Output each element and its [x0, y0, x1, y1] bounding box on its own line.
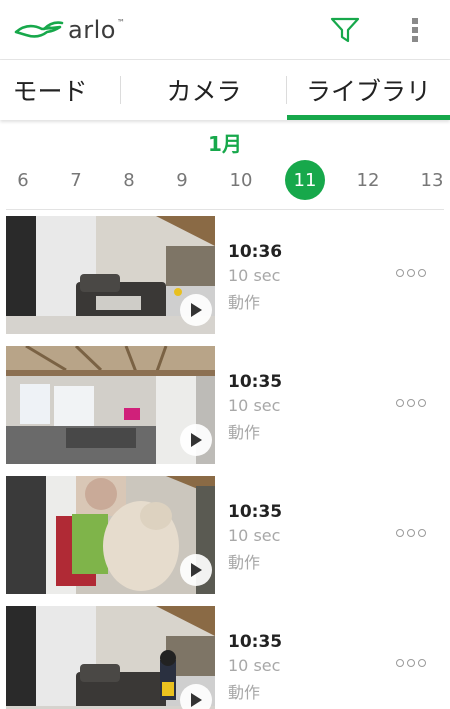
recording-item[interactable]: 10:35 10 sec 動作	[0, 476, 450, 594]
active-tab-indicator	[287, 115, 450, 120]
recording-time: 10:35	[228, 502, 283, 522]
recording-thumbnail[interactable]	[6, 216, 215, 334]
play-button[interactable]	[180, 424, 212, 456]
tab-mode[interactable]: モード	[0, 60, 120, 120]
more-dot-icon	[407, 659, 415, 667]
divider	[6, 209, 444, 210]
more-dot-icon	[396, 399, 404, 407]
recording-item[interactable]: 10:35 10 sec 動作	[0, 606, 450, 709]
tab-divider	[120, 76, 121, 104]
more-dot-icon	[407, 529, 415, 537]
date-item[interactable]: 8	[109, 160, 149, 200]
logo-trademark: ™	[116, 17, 125, 27]
tab-camera[interactable]: カメラ	[122, 60, 286, 120]
date-strip: 6 7 8 9 10 11 12 13	[0, 160, 450, 206]
tab-library[interactable]: ライブラリ	[287, 60, 450, 120]
recording-duration: 10 sec	[228, 396, 281, 415]
date-item-selected[interactable]: 11	[285, 160, 325, 200]
recording-duration: 10 sec	[228, 266, 281, 285]
more-vertical-icon	[412, 18, 418, 42]
date-item[interactable]: 13	[412, 160, 450, 200]
arlo-logo: arlo ™	[14, 14, 125, 46]
recording-type: 動作	[228, 553, 261, 572]
recording-type: 動作	[228, 683, 261, 702]
recording-time: 10:35	[228, 372, 283, 392]
recording-more-button[interactable]	[390, 261, 432, 285]
more-dot-icon	[407, 269, 415, 277]
recording-more-button[interactable]	[390, 521, 432, 545]
more-dot-icon	[418, 659, 426, 667]
recording-duration: 10 sec	[228, 656, 281, 675]
main-tabs: モード カメラ ライブラリ	[0, 60, 450, 120]
play-icon	[191, 563, 202, 577]
month-label: 1月	[208, 132, 242, 156]
date-item[interactable]: 7	[56, 160, 96, 200]
recording-more-button[interactable]	[390, 391, 432, 415]
more-dot-icon	[407, 399, 415, 407]
recording-time: 10:36	[228, 242, 283, 262]
date-item[interactable]: 6	[3, 160, 43, 200]
play-icon	[191, 693, 202, 707]
more-dot-icon	[418, 529, 426, 537]
play-button[interactable]	[180, 554, 212, 586]
play-icon	[191, 433, 202, 447]
recording-duration: 10 sec	[228, 526, 281, 545]
arlo-bird-icon	[14, 21, 64, 38]
recording-type: 動作	[228, 293, 261, 312]
play-icon	[191, 303, 202, 317]
recording-thumbnail[interactable]	[6, 476, 215, 594]
date-item[interactable]: 10	[221, 160, 261, 200]
more-dot-icon	[396, 659, 404, 667]
logo-text: arlo	[68, 16, 116, 44]
recording-item[interactable]: 10:35 10 sec 動作	[0, 346, 450, 464]
date-item[interactable]: 12	[348, 160, 388, 200]
more-menu-button[interactable]	[402, 13, 428, 47]
recording-thumbnail[interactable]	[6, 346, 215, 464]
recording-thumbnail[interactable]	[6, 606, 215, 709]
recording-time: 10:35	[228, 632, 283, 652]
recording-item[interactable]: 10:36 10 sec 動作	[0, 216, 450, 334]
recording-more-button[interactable]	[390, 651, 432, 675]
recording-type: 動作	[228, 423, 261, 442]
filter-icon	[330, 17, 360, 43]
more-dot-icon	[418, 399, 426, 407]
more-dot-icon	[418, 269, 426, 277]
play-button[interactable]	[180, 684, 212, 709]
more-dot-icon	[396, 529, 404, 537]
more-dot-icon	[396, 269, 404, 277]
play-button[interactable]	[180, 294, 212, 326]
filter-button[interactable]	[327, 13, 363, 47]
app-header: arlo ™	[0, 0, 450, 60]
date-item[interactable]: 9	[162, 160, 202, 200]
